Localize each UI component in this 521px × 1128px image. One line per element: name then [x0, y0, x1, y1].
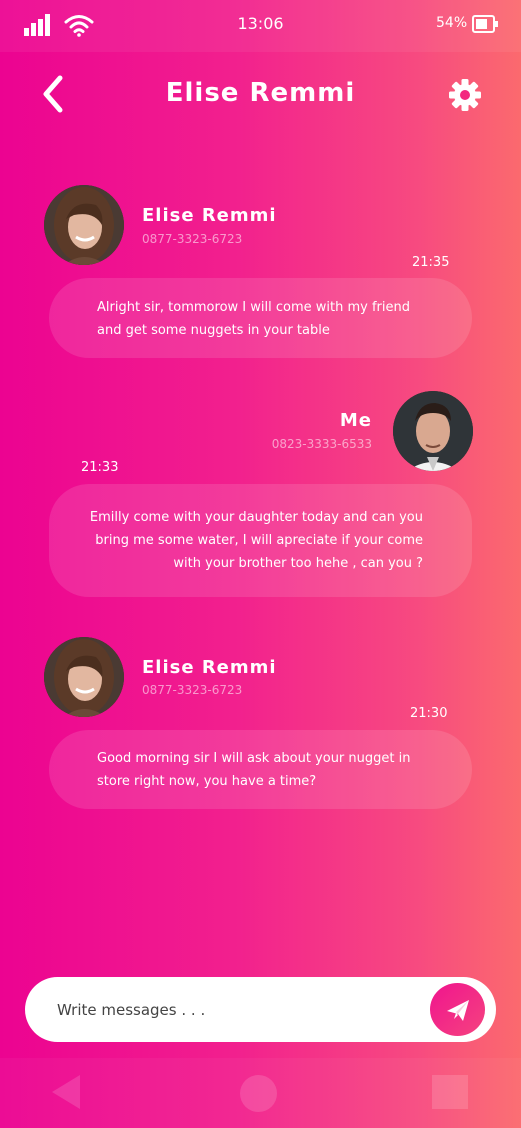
woman-avatar-icon	[44, 637, 124, 717]
message-text: Emilly come with your daughter today and…	[89, 510, 423, 571]
avatar[interactable]	[393, 391, 473, 471]
message-time: 21:30	[410, 706, 448, 721]
sender-phone: 0877-3323-6723	[142, 232, 243, 246]
sender-phone: 0823-3333-6533	[271, 437, 372, 451]
message-bubble[interactable]: Good morning sir I will ask about your n…	[49, 730, 472, 809]
message-text: Alright sir, tommorow I will come with m…	[97, 300, 410, 338]
avatar[interactable]	[44, 637, 124, 717]
message-composer	[25, 977, 496, 1042]
gear-icon[interactable]	[448, 78, 482, 112]
woman-avatar-icon	[44, 185, 124, 265]
battery-percent: 54%	[436, 15, 468, 31]
battery-icon	[472, 15, 498, 33]
nav-home-icon[interactable]	[240, 1075, 277, 1112]
sender-name: Me	[339, 410, 372, 431]
nav-recent-apps-icon[interactable]	[432, 1075, 468, 1109]
message-text: Good morning sir I will ask about your n…	[97, 751, 411, 789]
page-title: Elise Remmi	[165, 78, 356, 108]
message-time: 21:33	[81, 460, 119, 475]
man-avatar-icon	[393, 391, 473, 471]
send-button[interactable]	[430, 983, 485, 1036]
sender-name: Elise Remmi	[142, 657, 277, 678]
chat-header: Elise Remmi	[0, 60, 521, 132]
avatar[interactable]	[44, 185, 124, 265]
paper-plane-icon	[447, 1000, 469, 1021]
message-bubble[interactable]: Emilly come with your daughter today and…	[49, 484, 472, 597]
message-time: 21:35	[412, 255, 450, 270]
nav-back-icon[interactable]	[52, 1075, 82, 1109]
system-nav-bar	[0, 1058, 521, 1128]
sender-name: Elise Remmi	[142, 205, 277, 226]
message-bubble[interactable]: Alright sir, tommorow I will come with m…	[49, 278, 472, 358]
sender-phone: 0877-3323-6723	[142, 683, 243, 697]
status-bar: 13:06 54%	[0, 0, 521, 52]
message-input[interactable]	[57, 997, 417, 1023]
